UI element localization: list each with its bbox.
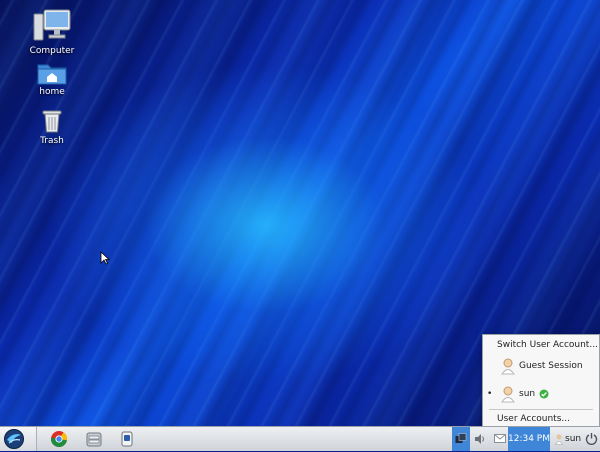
- menu-item-label: Guest Session: [519, 361, 583, 371]
- mail-icon: [494, 434, 506, 443]
- desktop-icon-label: Trash: [40, 136, 64, 146]
- taskbar: 12:34 PM sun: [0, 426, 600, 451]
- mail-indicator[interactable]: [492, 427, 508, 451]
- trash-icon: [42, 110, 62, 133]
- volume-control[interactable]: [472, 427, 488, 451]
- menu-separator: [489, 409, 593, 410]
- chrome-icon: [50, 431, 68, 447]
- user-accounts-item[interactable]: User Accounts...: [483, 411, 599, 427]
- user-name-label: sun: [565, 434, 582, 444]
- home-folder-icon: [37, 64, 67, 85]
- windows-icon: [455, 433, 467, 443]
- desktop-icon-label: home: [39, 87, 65, 97]
- guest-session-item[interactable]: Guest Session: [483, 355, 599, 377]
- user-avatar-icon: [501, 358, 515, 375]
- desktop-icon-home[interactable]: home: [20, 61, 84, 97]
- desktop-icon-trash[interactable]: Trash: [20, 108, 84, 146]
- tray-window-switcher[interactable]: [452, 427, 470, 451]
- chrome-launcher[interactable]: [50, 430, 70, 448]
- terminal-icon: [121, 431, 133, 447]
- start-menu-button[interactable]: [0, 427, 37, 451]
- user-icon: [555, 434, 563, 445]
- speaker-icon: [475, 434, 484, 444]
- file-manager-launcher[interactable]: [85, 430, 105, 448]
- desktop-icon-computer[interactable]: Computer: [20, 8, 84, 56]
- available-status-icon: [539, 389, 549, 399]
- switch-user-account-item[interactable]: Switch User Account...: [483, 337, 599, 353]
- menu-item-label: sun: [519, 389, 536, 399]
- terminal-launcher[interactable]: [118, 430, 138, 448]
- active-bullet-icon: •: [487, 389, 493, 399]
- menu-item-label: User Accounts...: [497, 414, 570, 424]
- start-logo-icon: [4, 429, 24, 449]
- user-session-menu: Switch User Account... Guest Session • s…: [482, 334, 600, 428]
- current-user-item[interactable]: • sun: [483, 383, 599, 405]
- user-avatar-icon: [501, 386, 515, 403]
- menu-item-label: Switch User Account...: [497, 340, 598, 350]
- file-manager-icon: [86, 432, 102, 447]
- computer-icon: [33, 9, 71, 41]
- desktop-icon-label: Computer: [29, 46, 75, 56]
- clock[interactable]: 12:34 PM: [508, 427, 550, 451]
- power-icon: [585, 433, 598, 445]
- power-button[interactable]: [582, 427, 600, 451]
- mouse-cursor-icon: [100, 251, 110, 265]
